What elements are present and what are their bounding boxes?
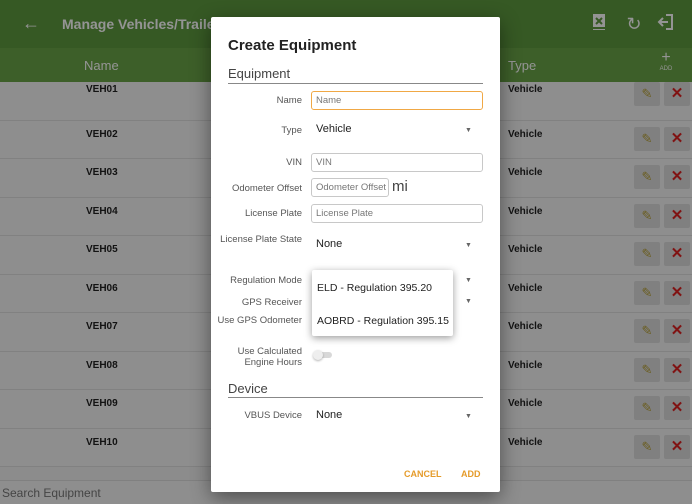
vbus-device-label: VBUS Device: [244, 410, 302, 421]
vin-label: VIN: [286, 157, 302, 168]
odometer-offset-placeholder: Odometer Offset: [316, 182, 387, 193]
create-equipment-dialog: Create Equipment Equipment Name Name Typ…: [211, 17, 500, 492]
cancel-button[interactable]: CANCEL: [404, 469, 442, 479]
chevron-down-icon[interactable]: ▼: [465, 413, 472, 420]
license-plate-field[interactable]: License Plate: [311, 204, 483, 223]
name-placeholder: Name: [316, 95, 342, 106]
use-calculated-engine-hours-label: Use Calculated Engine Hours: [237, 346, 302, 368]
engine-hours-toggle[interactable]: [313, 350, 333, 360]
license-plate-state-label: License Plate State: [220, 234, 302, 245]
odometer-unit: mi: [392, 178, 408, 195]
section-device: Device: [228, 381, 268, 396]
type-label: Type: [281, 125, 302, 136]
dialog-title: Create Equipment: [228, 37, 357, 54]
use-gps-odometer-label: Use GPS Odometer: [217, 315, 302, 326]
chevron-down-icon[interactable]: ▼: [465, 242, 472, 249]
license-plate-placeholder: License Plate: [316, 208, 374, 219]
add-button[interactable]: ADD: [461, 469, 481, 479]
name-field[interactable]: Name: [311, 91, 483, 110]
regulation-option-eld[interactable]: ELD - Regulation 395.20: [317, 282, 432, 294]
regulation-mode-label: Regulation Mode: [230, 275, 302, 286]
chevron-down-icon[interactable]: ▼: [465, 127, 472, 134]
vin-placeholder: VIN: [316, 157, 332, 168]
regulation-mode-dropdown: ELD - Regulation 395.20 AOBRD - Regulati…: [312, 270, 453, 336]
chevron-down-icon[interactable]: ▼: [465, 298, 472, 305]
name-label: Name: [276, 95, 302, 106]
section-equipment: Equipment: [228, 66, 291, 81]
vbus-device-select[interactable]: None: [316, 409, 342, 421]
odometer-offset-label: Odometer Offset: [231, 183, 302, 194]
odometer-offset-field[interactable]: Odometer Offset: [311, 178, 389, 197]
vin-field[interactable]: VIN: [311, 153, 483, 172]
license-plate-label: License Plate: [244, 208, 302, 219]
type-select[interactable]: Vehicle: [316, 123, 351, 135]
chevron-down-icon[interactable]: ▼: [465, 277, 472, 284]
toggle-knob: [313, 350, 323, 360]
regulation-option-aobrd[interactable]: AOBRD - Regulation 395.15: [317, 315, 449, 327]
license-plate-state-select[interactable]: None: [316, 238, 342, 250]
gps-receiver-label: GPS Receiver: [241, 297, 302, 308]
section-divider: [228, 83, 483, 84]
section-divider: [228, 397, 483, 398]
